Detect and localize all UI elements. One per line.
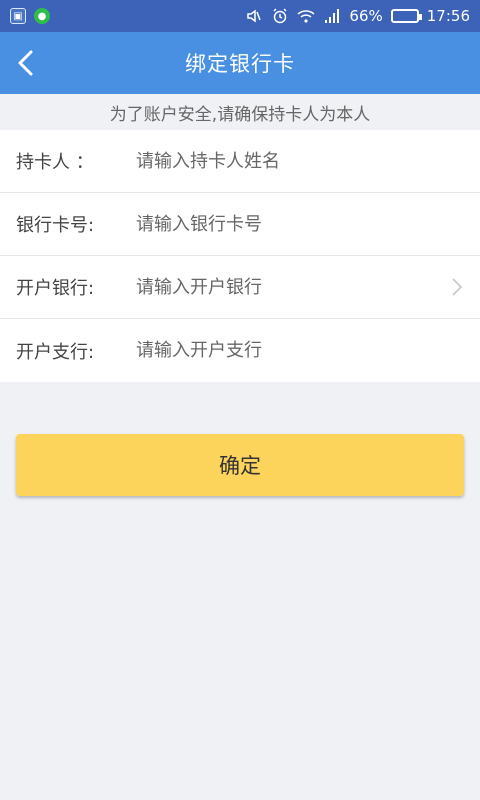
branch-label: 开户支行: [16, 341, 95, 363]
branch-input[interactable] [136, 340, 466, 361]
bank-row[interactable]: 开户银行: [0, 256, 480, 319]
battery-percent: 66% [349, 7, 383, 25]
cardholder-input[interactable] [136, 150, 466, 172]
status-bar-right: 66% 17:56 [245, 7, 470, 25]
bank-input[interactable] [136, 276, 448, 298]
page-title: 绑定银行卡 [185, 52, 295, 76]
card-number-label: 银行卡号: [16, 215, 95, 236]
signal-icon [323, 7, 341, 25]
cardholder-row: 持卡人 ： [0, 130, 480, 193]
security-notice: 为了账户安全,请确保持卡人为本人 [109, 104, 371, 125]
card-number-row: 银行卡号: [0, 193, 480, 256]
status-bar-left: ▣ ● [10, 8, 50, 24]
card-number-input[interactable] [136, 213, 466, 235]
branch-row: 开户支行: [0, 319, 480, 382]
wifi-icon [297, 7, 315, 25]
clock: 17:56 [426, 7, 470, 25]
bank-label: 开户银行: [16, 278, 95, 299]
mute-icon [245, 7, 263, 25]
app-icon: ▣ [10, 8, 26, 24]
bank-card-form: 持卡人 ： 银行卡号: 开户银行: 开户支行: [0, 130, 480, 382]
chevron-right-icon [448, 278, 466, 296]
nav-header: 绑定银行卡 [0, 32, 480, 94]
wechat-icon: ● [34, 8, 50, 24]
alarm-icon [271, 7, 289, 25]
chevron-left-icon [18, 50, 33, 76]
battery-icon [390, 9, 422, 23]
status-bar: ▣ ● 66% 17:56 [0, 0, 480, 32]
confirm-button[interactable]: 确定 [16, 434, 464, 496]
back-button[interactable] [0, 32, 52, 94]
cardholder-label: 持卡人 ： [16, 152, 94, 173]
